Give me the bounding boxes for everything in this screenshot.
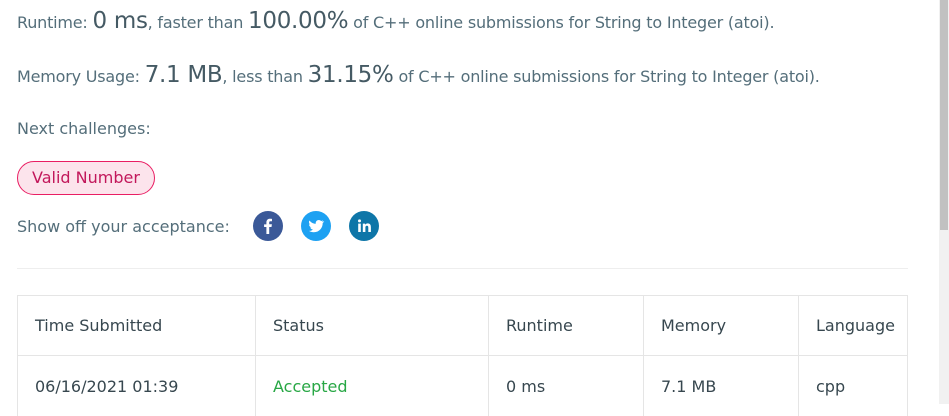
next-challenges-label: Next challenges: [17, 119, 151, 138]
column-header-memory: Memory [644, 296, 799, 355]
column-header-language: Language [816, 316, 895, 335]
section-divider [17, 268, 908, 269]
column-header-runtime: Runtime [489, 296, 644, 355]
share-label: Show off your acceptance: [17, 216, 230, 236]
memory-suffix: of C++ online submissions for String to … [393, 67, 820, 86]
memory-stat: Memory Usage: 7.1 MB, less than 31.15% o… [17, 62, 820, 88]
column-header-time-submitted: Time Submitted [18, 296, 256, 355]
runtime-suffix: of C++ online submissions for String to … [348, 13, 775, 32]
memory-percent: 31.15% [307, 62, 394, 88]
facebook-icon[interactable] [253, 211, 283, 241]
memory-value: 7.1 MB [144, 62, 223, 88]
table-header-row: Time Submitted Status Runtime Memory Lan… [18, 296, 907, 356]
memory-comparison: , less than [222, 67, 308, 86]
runtime-comparison: , faster than [147, 13, 249, 32]
cell-status-link[interactable]: Accepted [256, 356, 489, 416]
runtime-value: 0 ms [92, 8, 148, 34]
cell-time-submitted: 06/16/2021 01:39 [18, 356, 256, 416]
cell-language: cpp [816, 376, 846, 396]
table-row: 06/16/2021 01:39 Accepted 0 ms 7.1 MB cp… [18, 356, 907, 416]
linkedin-icon[interactable] [349, 211, 379, 241]
runtime-stat: Runtime: 0 ms, faster than 100.00% of C+… [17, 8, 775, 34]
column-header-status: Status [256, 296, 489, 355]
scrollbar-thumb[interactable] [940, 0, 948, 230]
submissions-table: Time Submitted Status Runtime Memory Lan… [17, 295, 908, 416]
share-row: Show off your acceptance: [17, 210, 397, 242]
challenge-tag-valid-number[interactable]: Valid Number [17, 161, 155, 195]
cell-runtime: 0 ms [489, 356, 644, 416]
memory-label: Memory Usage: [17, 67, 145, 86]
cell-memory: 7.1 MB [644, 356, 799, 416]
runtime-label: Runtime: [17, 13, 93, 32]
twitter-icon[interactable] [301, 211, 331, 241]
runtime-percent: 100.00% [248, 8, 349, 34]
page-scrollbar[interactable] [939, 0, 949, 404]
